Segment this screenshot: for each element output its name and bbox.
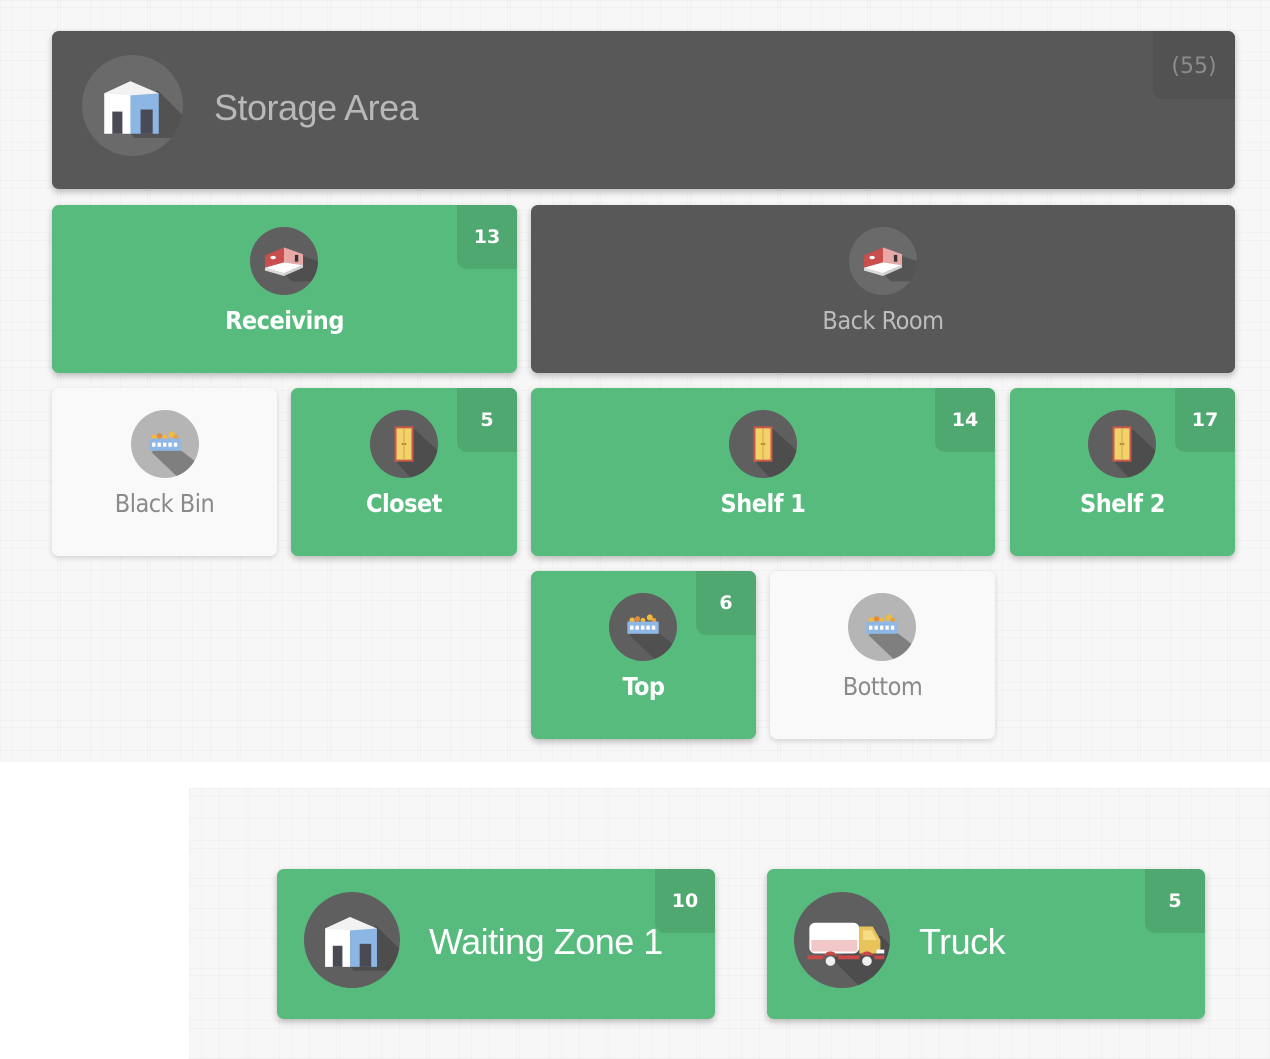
count-badge: 5	[457, 388, 517, 452]
bin-icon	[131, 410, 199, 478]
location-tile-shelf-1[interactable]: 14 Shelf 1	[531, 388, 995, 556]
location-tile-closet[interactable]: 5 Closet	[291, 388, 517, 556]
storage-area-count-badge: (55)	[1153, 31, 1235, 99]
location-tile-bottom[interactable]: Bottom	[770, 571, 995, 739]
room-icon	[849, 227, 917, 295]
cabinet-icon	[729, 410, 797, 478]
warehouse-icon	[82, 55, 183, 156]
location-label: Black Bin	[114, 489, 215, 518]
location-label: Bottom	[842, 672, 923, 701]
location-label: Shelf 2	[1080, 489, 1165, 518]
zone-tile-truck[interactable]: 5 Truck	[767, 869, 1205, 1019]
count-badge: 5	[1145, 869, 1205, 933]
truck-icon	[794, 892, 890, 988]
zone-label: Waiting Zone 1	[429, 921, 663, 962]
storage-area-title: Storage Area	[214, 87, 419, 128]
location-label: Closet	[365, 489, 443, 518]
storage-area-tile[interactable]: (55) Storage Area	[52, 31, 1235, 189]
bin-icon	[848, 593, 916, 661]
room-icon	[250, 227, 318, 295]
location-tile-back-room[interactable]: Back Room	[531, 205, 1235, 373]
zone-label: Truck	[919, 921, 1006, 962]
location-label: Back Room	[822, 306, 944, 335]
bin-icon	[609, 593, 677, 661]
count-badge: 17	[1175, 388, 1235, 452]
location-label: Receiving	[225, 306, 344, 335]
location-label: Top	[622, 672, 665, 701]
cabinet-icon	[1088, 410, 1156, 478]
location-label: Shelf 1	[720, 489, 806, 518]
location-tile-shelf-2[interactable]: 17 Shelf 2	[1010, 388, 1235, 556]
cabinet-icon	[370, 410, 438, 478]
location-tile-top[interactable]: 6 Top	[531, 571, 756, 739]
count-badge: 14	[935, 388, 995, 452]
warehouse-icon	[304, 892, 400, 988]
location-tile-receiving[interactable]: 13 Receiving	[52, 205, 517, 373]
count-badge: 13	[457, 205, 517, 269]
location-tile-black-bin[interactable]: Black Bin	[52, 388, 277, 556]
zone-tile-waiting-zone-1[interactable]: 10 Waiting Zone 1	[277, 869, 715, 1019]
count-badge: 10	[655, 869, 715, 933]
count-badge: 6	[696, 571, 756, 635]
